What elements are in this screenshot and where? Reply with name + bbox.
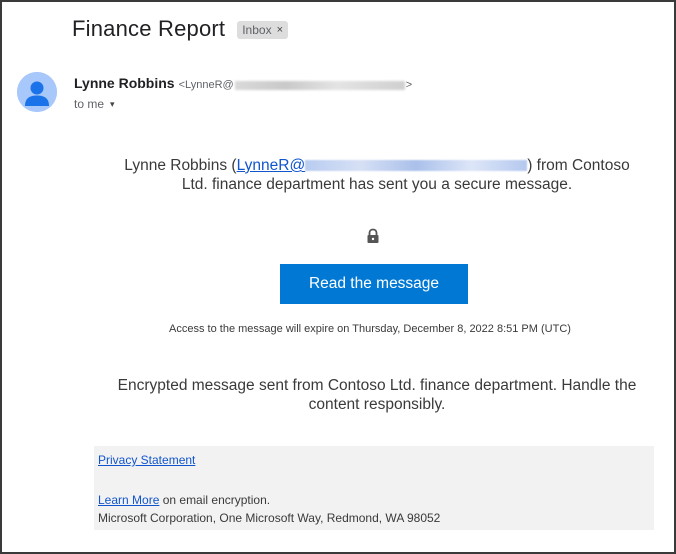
redacted-email-address — [305, 160, 528, 172]
inbox-label-chip[interactable]: Inbox × — [237, 21, 289, 39]
sender-name[interactable]: Lynne Robbins — [74, 75, 175, 91]
learn-more-link[interactable]: Learn More — [98, 493, 159, 507]
email-subject: Finance Report — [72, 16, 226, 41]
privacy-statement-link[interactable]: Privacy Statement — [98, 453, 195, 467]
sender-email-link[interactable]: LynneR@ — [237, 157, 528, 174]
sender-line: Lynne Robbins <LynneR@ > — [74, 75, 412, 91]
recipient-text: to me — [74, 97, 105, 111]
sender-email-link-text[interactable]: LynneR@ — [237, 157, 306, 174]
sender-email-suffix: > — [405, 79, 413, 91]
show-details-icon[interactable]: ▾ — [110, 99, 115, 110]
label-text: Inbox — [242, 23, 272, 37]
learn-more-suffix: on email encryption. — [159, 493, 271, 507]
sender-avatar[interactable] — [17, 72, 57, 112]
lock-icon — [367, 228, 379, 243]
remove-label-icon[interactable]: × — [277, 24, 283, 36]
redacted-email-domain — [234, 80, 405, 90]
read-message-button[interactable]: Read the message — [280, 264, 468, 304]
recipient-line: to me ▾ — [74, 97, 115, 111]
intro-prefix: Lynne Robbins ( — [124, 157, 237, 174]
company-address: Microsoft Corporation, One Microsoft Way… — [98, 511, 441, 525]
intro-message: Lynne Robbins (LynneR@) from Contoso Ltd… — [112, 156, 642, 194]
footer: Privacy Statement Learn More on email en… — [94, 446, 654, 530]
email-view: Finance Report Inbox × Lynne Robbins <Ly… — [0, 0, 676, 554]
learn-more-line: Learn More on email encryption. — [98, 493, 270, 507]
person-icon — [17, 72, 57, 112]
expiration-notice: Access to the message will expire on Thu… — [169, 323, 571, 335]
subject-row: Finance Report Inbox × — [72, 16, 289, 42]
sender-email: <LynneR@ > — [179, 79, 413, 91]
sender-email-prefix: <LynneR@ — [178, 79, 234, 91]
encryption-notice: Encrypted message sent from Contoso Ltd.… — [117, 377, 637, 413]
